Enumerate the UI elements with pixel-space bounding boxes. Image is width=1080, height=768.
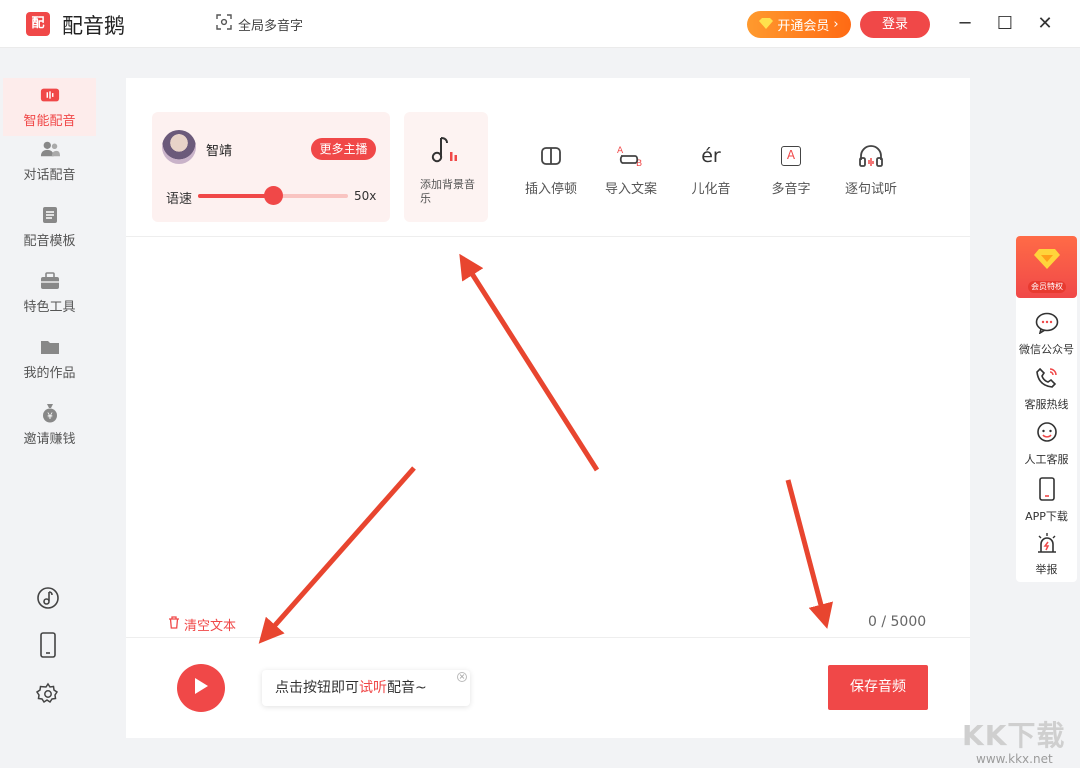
hotline-label: 客服热线 xyxy=(1024,398,1069,411)
mobile-app-icon xyxy=(1038,477,1056,504)
save-audio-button[interactable]: 保存音频 xyxy=(828,665,928,710)
erhua-tool[interactable]: ér 儿化音 xyxy=(674,144,748,197)
speed-value: 50x xyxy=(354,189,377,203)
close-icon[interactable]: ✕ xyxy=(1034,12,1056,34)
import-text-icon: AB xyxy=(617,144,645,168)
insert-pause-tool[interactable]: 插入停顿 xyxy=(514,144,588,197)
diamond-icon xyxy=(1034,248,1060,274)
sidebar-item-label: 我的作品 xyxy=(23,365,76,381)
import-text-tool[interactable]: AB 导入文案 xyxy=(594,144,668,197)
play-icon xyxy=(193,677,209,699)
vip-privilege-label: 会员特权 xyxy=(1028,281,1066,293)
open-vip-label: 开通会员 xyxy=(777,19,830,34)
pause-insert-icon xyxy=(537,144,565,168)
watermark-url: www.kkx.net xyxy=(976,752,1053,766)
speed-slider-fill xyxy=(198,194,273,198)
toolbar-divider xyxy=(126,236,970,237)
sentence-preview-label: 逐句试听 xyxy=(844,182,897,197)
more-anchors-button[interactable]: 更多主播 xyxy=(311,138,376,160)
diamond-icon xyxy=(759,17,774,33)
music-note-circle-icon[interactable] xyxy=(36,586,60,610)
svg-text:¥: ¥ xyxy=(47,412,53,422)
polyphone-label: 多音字 xyxy=(771,182,811,197)
speed-label: 语速 xyxy=(166,192,193,207)
sidebar-item-label: 智能配音 xyxy=(23,113,76,129)
app-download-button[interactable]: APP下载 xyxy=(1016,477,1077,524)
customer-service-icon xyxy=(1035,422,1059,447)
minimize-icon[interactable]: ─ xyxy=(954,12,976,34)
toolbox-icon xyxy=(40,271,60,290)
chevron-right-icon: › xyxy=(833,17,839,32)
scan-icon xyxy=(216,14,232,34)
tip-text-suffix: 配音~ xyxy=(387,680,427,696)
app-name: 配音鹅 xyxy=(62,14,125,38)
maximize-icon[interactable]: ☐ xyxy=(994,12,1016,34)
add-bg-music-label: 添加背景音乐 xyxy=(420,178,475,205)
phone-hotline-icon xyxy=(1035,367,1059,392)
folder-icon xyxy=(40,338,60,356)
report-alarm-icon xyxy=(1035,532,1059,557)
phone-device-icon[interactable] xyxy=(36,632,60,658)
clear-text-button[interactable]: 清空文本 xyxy=(168,615,236,634)
tip-text: 点击按钮即可 xyxy=(275,680,359,696)
global-polyphone-label: 全局多音字 xyxy=(238,18,304,34)
hotline-button[interactable]: 客服热线 xyxy=(1016,367,1077,412)
sidebar-item-label: 邀请赚钱 xyxy=(23,431,76,447)
speed-slider-handle[interactable] xyxy=(264,186,283,205)
open-vip-button[interactable]: 开通会员 › xyxy=(747,11,851,38)
char-count: 0 / 5000 xyxy=(868,614,927,630)
report-button[interactable]: 举报 xyxy=(1016,532,1077,577)
headphones-icon xyxy=(857,144,885,168)
report-label: 举报 xyxy=(1035,563,1058,576)
smart-dubbing-icon xyxy=(40,86,60,104)
sidebar-item-label: 对话配音 xyxy=(23,167,76,183)
sidebar-item-smart-dubbing[interactable]: 智能配音 xyxy=(3,78,96,136)
sidebar-item-label: 特色工具 xyxy=(23,299,76,315)
music-note-icon xyxy=(428,134,460,170)
insert-pause-label: 插入停顿 xyxy=(524,182,577,197)
svg-text:A: A xyxy=(617,146,624,156)
erhua-label: 儿化音 xyxy=(691,182,731,197)
customer-service-button[interactable]: 人工客服 xyxy=(1016,422,1077,467)
wechat-official-label: 微信公众号 xyxy=(1019,343,1074,356)
polyphone-icon: A xyxy=(777,144,805,168)
sidebar-item-my-works[interactable]: 我的作品 xyxy=(3,330,96,388)
dialogue-icon xyxy=(40,140,60,158)
play-button[interactable] xyxy=(177,664,225,712)
customer-service-label: 人工客服 xyxy=(1024,453,1069,466)
money-bag-icon: ¥ xyxy=(40,403,60,422)
app-download-label: APP下载 xyxy=(1025,510,1068,523)
sidebar-item-invite[interactable]: ¥ 邀请赚钱 xyxy=(3,396,96,454)
avatar[interactable] xyxy=(162,130,196,164)
clear-text-label: 清空文本 xyxy=(184,619,237,634)
close-icon[interactable]: × xyxy=(457,672,467,682)
template-icon xyxy=(40,206,60,224)
wechat-chat-icon xyxy=(1035,312,1059,337)
app-logo-icon: 配 xyxy=(26,12,50,36)
wechat-official-button[interactable]: 微信公众号 xyxy=(1016,312,1077,357)
global-polyphone-button[interactable]: 全局多音字 xyxy=(216,14,303,34)
sentence-preview-tool[interactable]: 逐句试听 xyxy=(834,144,908,197)
trash-icon xyxy=(168,616,180,633)
login-button[interactable]: 登录 xyxy=(860,11,930,38)
sidebar-item-dialogue[interactable]: 对话配音 xyxy=(3,132,96,190)
sidebar-item-label: 配音模板 xyxy=(23,233,76,249)
watermark-title: KK下载 xyxy=(962,719,1066,752)
sidebar-item-template[interactable]: 配音模板 xyxy=(3,198,96,256)
erhua-icon: ér xyxy=(701,145,721,167)
voice-anchor-name: 智靖 xyxy=(206,144,233,159)
polyphone-tool[interactable]: A 多音字 xyxy=(754,144,828,197)
import-text-label: 导入文案 xyxy=(604,182,657,197)
play-tip-bubble: 点击按钮即可试听配音~ xyxy=(262,670,470,706)
tip-highlight: 试听 xyxy=(359,680,387,696)
sidebar-item-toolbox[interactable]: 特色工具 xyxy=(3,264,96,322)
settings-gear-icon[interactable] xyxy=(36,682,60,706)
editor-divider xyxy=(126,637,970,638)
